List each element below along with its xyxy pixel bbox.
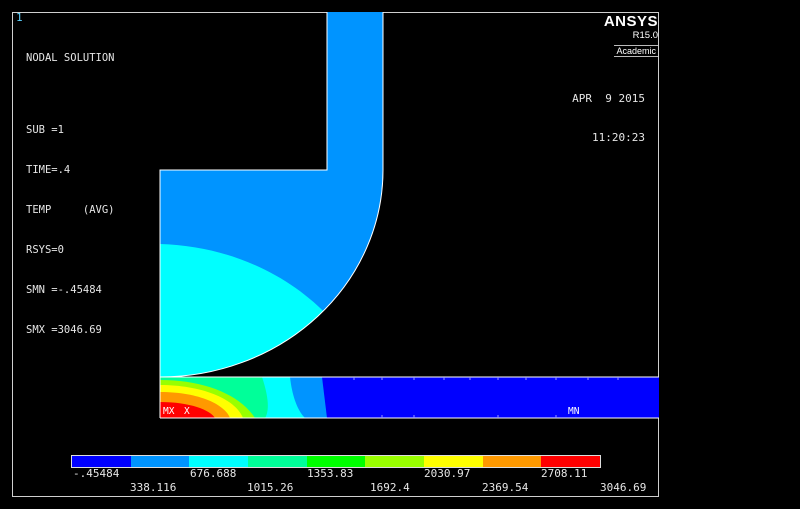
legend-band-8: [482, 456, 542, 467]
legend-label-lower: 1015.26: [247, 481, 294, 494]
solid-region: [160, 12, 383, 377]
legend-band-1: [72, 456, 131, 467]
legend-label-upper: 2030.97: [424, 467, 471, 480]
legend-band-4: [248, 456, 307, 467]
legend-band-5: [306, 456, 366, 467]
legend-label-lower: 2369.54: [482, 481, 529, 494]
legend-band-3: [189, 456, 249, 467]
legend-label-lower: 3046.69: [600, 481, 647, 494]
legend-band-7: [424, 456, 483, 467]
legend-label-upper: 676.688: [190, 467, 237, 480]
bottom-strip-region: [160, 377, 659, 418]
legend-label-upper: 1353.83: [307, 467, 354, 480]
legend-label-upper: 2708.11: [541, 467, 588, 480]
max-marker-label: MX: [163, 406, 175, 417]
contour-plot[interactable]: [0, 0, 800, 509]
node-x-marker-label: X: [184, 406, 190, 417]
legend-label-lower: 1692.4: [370, 481, 410, 494]
legend-label-lower: 338.116: [130, 481, 177, 494]
legend-band-6: [365, 456, 425, 467]
legend-band-9: [541, 456, 601, 467]
legend-label-upper: -.45484: [73, 467, 120, 480]
min-marker-label: MN: [568, 406, 580, 417]
legend-band-2: [130, 456, 190, 467]
